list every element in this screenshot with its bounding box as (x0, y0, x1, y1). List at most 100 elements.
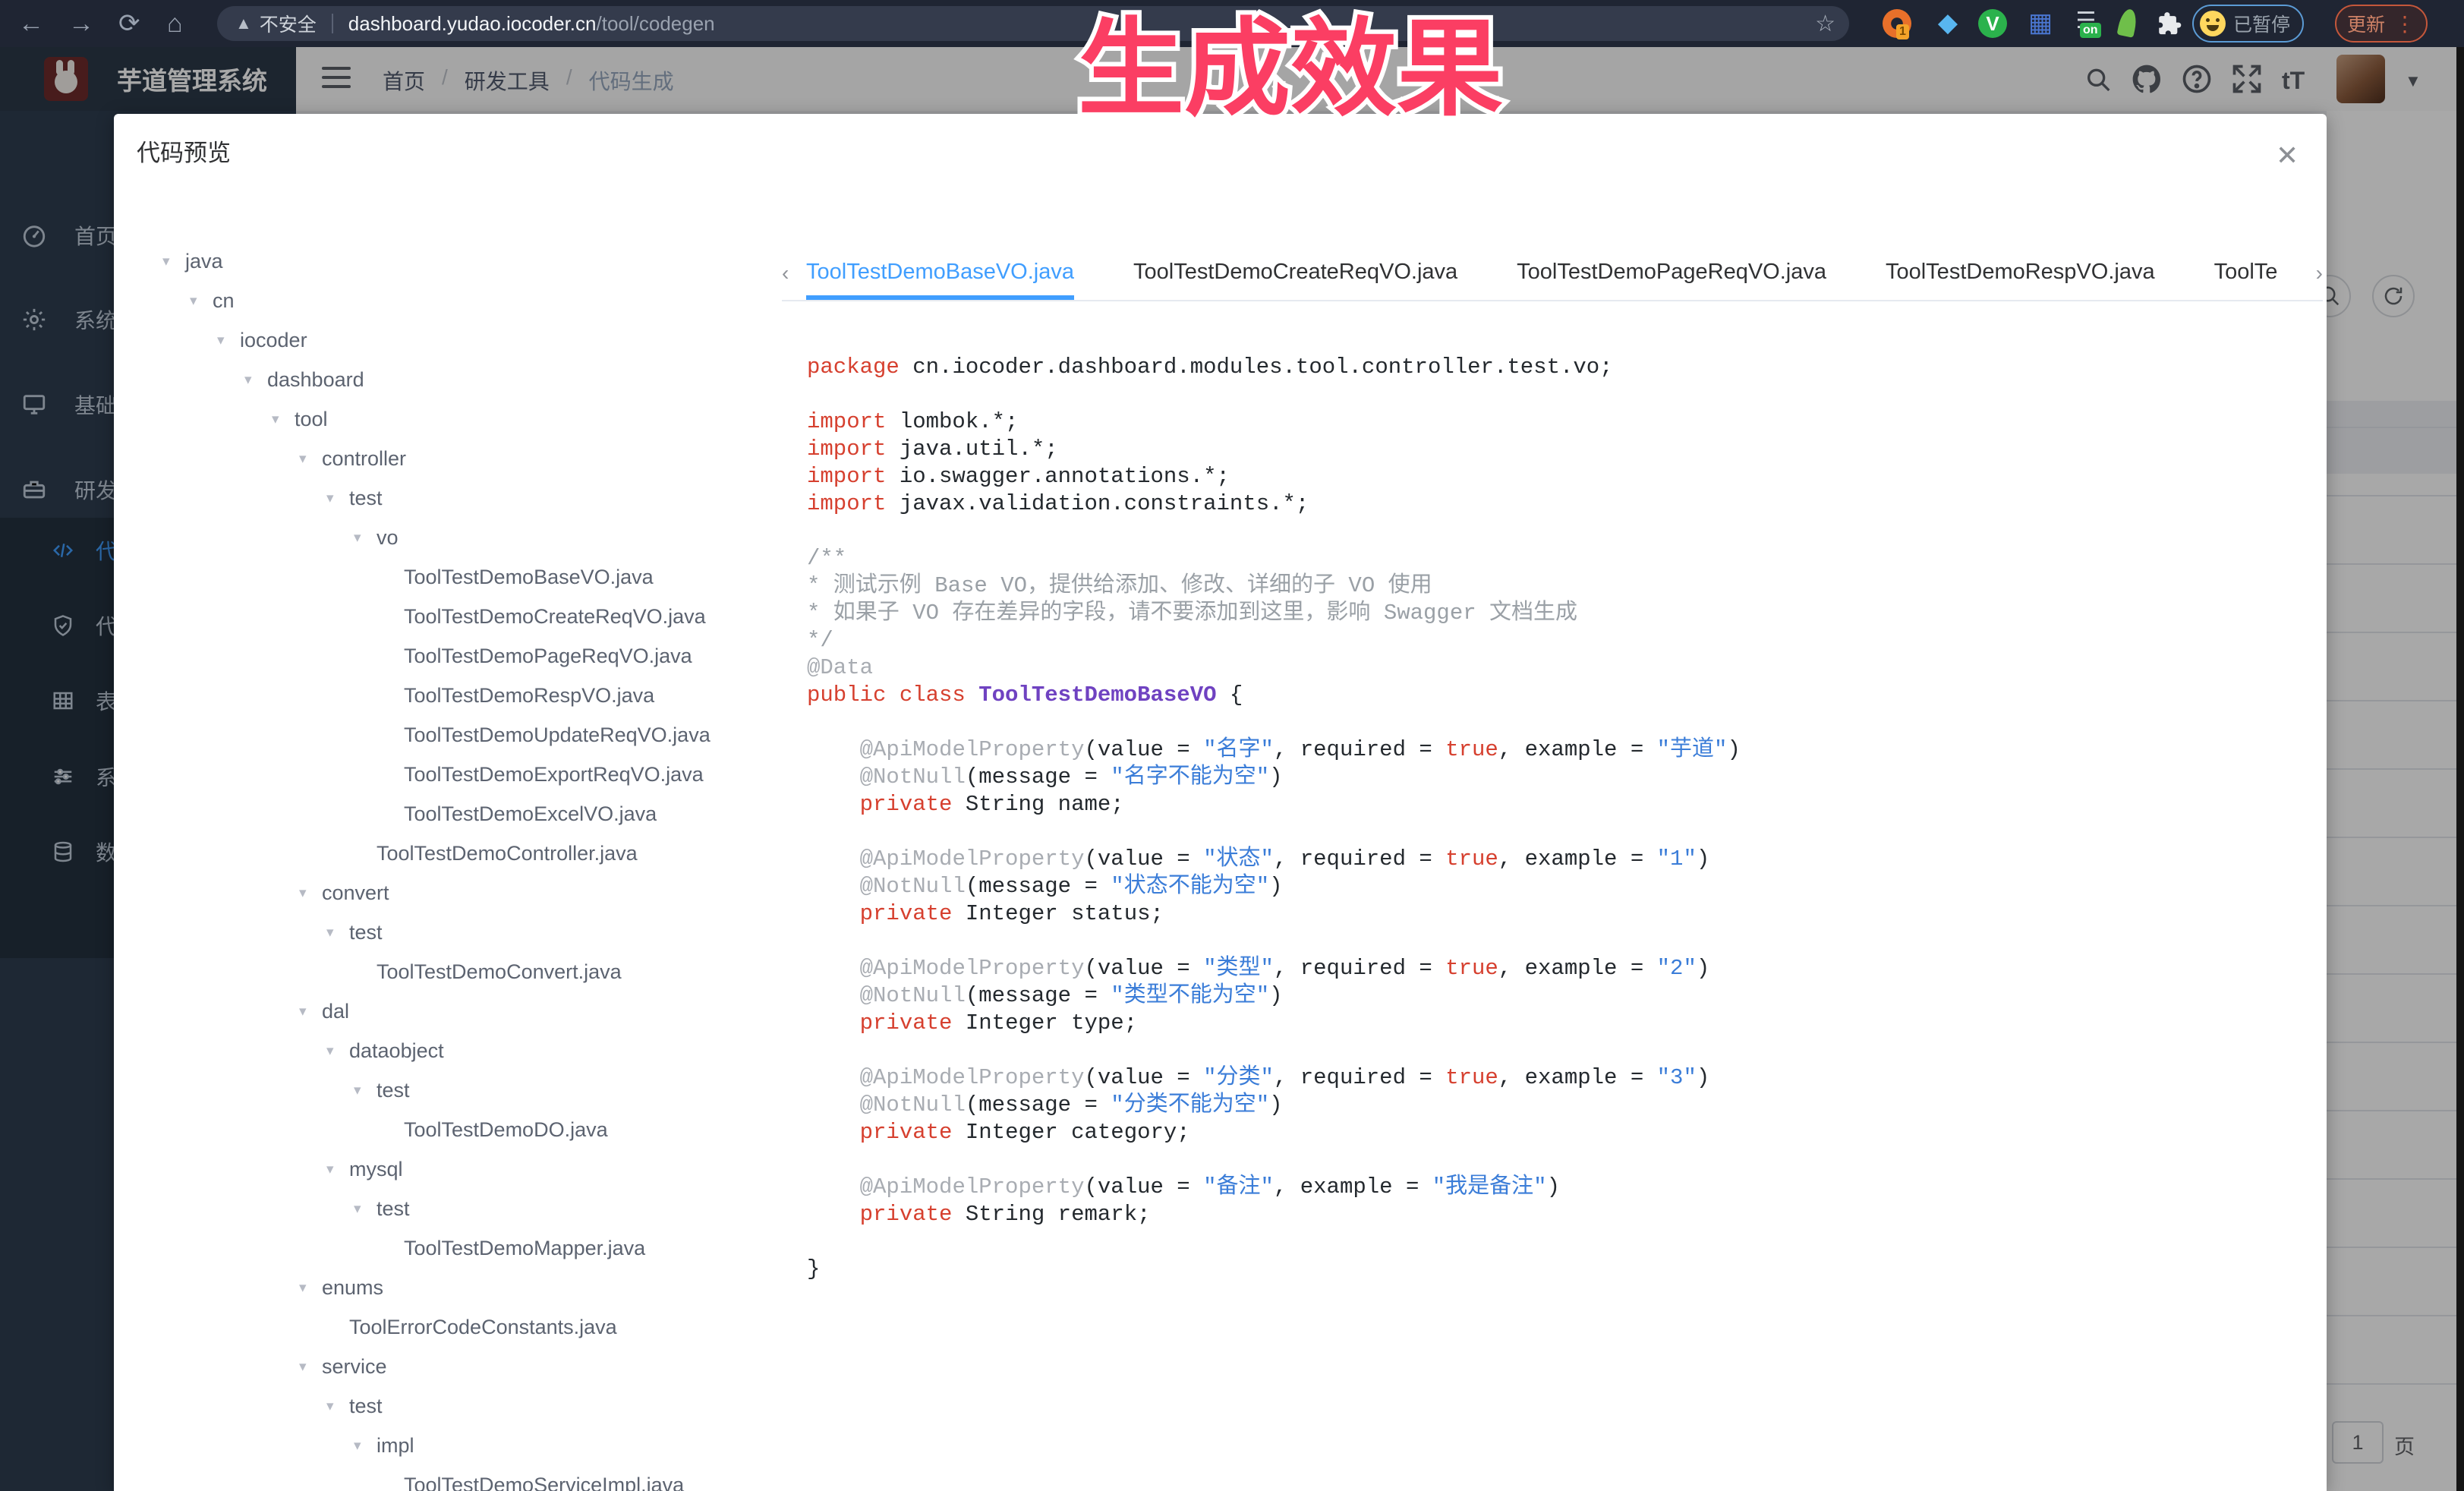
tree-folder[interactable]: ▾dataobject (326, 1031, 444, 1070)
code-line (807, 709, 1741, 736)
browser-home-icon[interactable]: ⌂ (167, 8, 183, 39)
tree-file[interactable]: ToolTestDemoConvert.java (354, 952, 622, 991)
tree-file[interactable]: ToolTestDemoCreateReqVO.java (381, 597, 706, 636)
extension-icon-green-v[interactable]: V (1978, 9, 2007, 38)
tree-folder[interactable]: ▾mysql (326, 1149, 403, 1189)
tree-node-label: convert (322, 881, 389, 905)
tree-folder[interactable]: ▾java (162, 241, 223, 281)
tabs-prev-icon[interactable]: ‹ (782, 261, 789, 285)
caret-down-icon[interactable]: ▾ (244, 371, 267, 389)
code-line: } (807, 1256, 1741, 1283)
extension-icon-leaf[interactable] (2116, 8, 2138, 38)
caret-down-icon[interactable]: ▾ (299, 1279, 322, 1297)
caret-down-icon[interactable]: ▾ (326, 1161, 349, 1178)
browser-profile-chip[interactable]: 已暂停 (2192, 5, 2304, 43)
bookmark-star-icon[interactable]: ☆ (1815, 11, 1835, 37)
profile-label: 已暂停 (2233, 10, 2290, 37)
close-icon[interactable]: ✕ (2276, 140, 2299, 172)
caret-down-icon[interactable]: ▾ (326, 1042, 349, 1060)
tree-folder[interactable]: ▾impl (354, 1426, 414, 1465)
tree-folder[interactable]: ▾dashboard (244, 360, 364, 399)
tree-file[interactable]: ToolTestDemoServiceImpl.java (381, 1465, 684, 1491)
tab-tooltestdemocreatereqvo-java[interactable]: ToolTestDemoCreateReqVO.java (1133, 249, 1457, 300)
tree-file[interactable]: ToolTestDemoController.java (354, 834, 638, 873)
url-host: dashboard.yudao.iocoder.cn (348, 12, 597, 36)
caret-down-icon[interactable]: ▾ (299, 884, 322, 902)
browser-forward-icon[interactable]: → (68, 8, 94, 39)
extension-icon-gem[interactable]: ◆ (1933, 8, 1963, 38)
tree-folder[interactable]: ▾dal (299, 991, 349, 1031)
extension-icon-orange[interactable]: 1 (1883, 9, 1911, 38)
code-line (807, 928, 1741, 955)
tree-folder[interactable]: ▾vo (354, 518, 399, 557)
tree-folder[interactable]: ▾cn (190, 281, 235, 320)
caret-down-icon[interactable]: ▾ (299, 1003, 322, 1020)
tree-folder[interactable]: ▾iocoder (217, 320, 307, 360)
caret-down-icon[interactable]: ▾ (190, 292, 213, 310)
tree-file[interactable]: ToolTestDemoRespVO.java (381, 676, 654, 715)
tree-file[interactable]: ToolTestDemoMapper.java (381, 1228, 645, 1268)
caret-down-icon[interactable]: ▾ (326, 924, 349, 941)
tree-folder[interactable]: ▾service (299, 1347, 387, 1386)
browser-reload-icon[interactable]: ⟳ (118, 8, 140, 39)
tree-file[interactable]: ToolTestDemoPageReqVO.java (381, 636, 692, 676)
caret-down-icon[interactable]: ▾ (272, 411, 295, 428)
tree-node-label: dal (322, 1000, 349, 1023)
caret-down-icon[interactable]: ▾ (299, 1358, 322, 1376)
insecure-warning-icon: ▲ (235, 14, 252, 33)
tree-file[interactable]: ToolTestDemoExcelVO.java (381, 794, 657, 834)
tree-folder[interactable]: ▾test (354, 1070, 410, 1110)
caret-down-icon[interactable]: ▾ (354, 529, 377, 547)
extension-icon-grid[interactable]: ▦ (2025, 8, 2056, 38)
code-line (807, 818, 1741, 846)
tab-toolte[interactable]: ToolTe (2214, 249, 2278, 300)
tree-node-label: ToolTestDemoCreateReqVO.java (404, 605, 706, 629)
tree-node-label: ToolTestDemoServiceImpl.java (404, 1474, 684, 1491)
tree-node-label: enums (322, 1276, 383, 1300)
extensions-puzzle-icon[interactable] (2156, 11, 2182, 36)
code-line: private String remark; (807, 1201, 1741, 1228)
tree-folder[interactable]: ▾test (354, 1189, 410, 1228)
caret-down-icon[interactable]: ▾ (162, 253, 185, 270)
caret-down-icon[interactable]: ▾ (326, 490, 349, 507)
browser-update-button[interactable]: 更新 ⋮ (2335, 5, 2428, 43)
tree-node-label: test (377, 1079, 410, 1102)
tree-node-label: tool (295, 408, 328, 431)
caret-down-icon[interactable]: ▾ (354, 1437, 377, 1455)
tab-tooltestdemorespvo-java[interactable]: ToolTestDemoRespVO.java (1886, 249, 2155, 300)
code-line: @NotNull(message = "状态不能为空") (807, 873, 1741, 900)
tree-node-label: test (349, 487, 383, 510)
tree-folder[interactable]: ▾enums (299, 1268, 383, 1307)
code-line: @NotNull(message = "类型不能为空") (807, 982, 1741, 1010)
url-path: /tool/codegen (597, 12, 715, 36)
tree-node-label: ToolTestDemoRespVO.java (404, 684, 654, 708)
caret-down-icon[interactable]: ▾ (217, 332, 240, 349)
tree-node-label: ToolErrorCodeConstants.java (349, 1316, 617, 1339)
code-line: * 测试示例 Base VO，提供给添加、修改、详细的子 VO 使用 (807, 572, 1741, 600)
tree-folder[interactable]: ▾test (326, 478, 383, 518)
browser-back-icon[interactable]: ← (18, 8, 44, 39)
tree-file[interactable]: ToolTestDemoBaseVO.java (381, 557, 654, 597)
tree-file[interactable]: ToolTestDemoUpdateReqVO.java (381, 715, 711, 755)
caret-down-icon[interactable]: ▾ (354, 1200, 377, 1218)
caret-down-icon[interactable]: ▾ (299, 450, 322, 468)
caret-down-icon[interactable]: ▾ (354, 1082, 377, 1099)
tab-tooltestdemobasevo-java[interactable]: ToolTestDemoBaseVO.java (806, 249, 1074, 300)
tree-node-label: ToolTestDemoUpdateReqVO.java (404, 723, 711, 747)
caret-down-icon[interactable]: ▾ (326, 1398, 349, 1415)
tree-folder[interactable]: ▾convert (299, 873, 389, 913)
tree-folder[interactable]: ▾test (326, 913, 383, 952)
profile-emoji-avatar (2200, 11, 2226, 36)
code-line: package cn.iocoder.dashboard.modules.too… (807, 354, 1741, 381)
browser-menu-icon[interactable]: ⋮ (2394, 11, 2415, 36)
tree-file[interactable]: ToolErrorCodeConstants.java (326, 1307, 617, 1347)
tree-folder[interactable]: ▾tool (272, 399, 328, 439)
tree-folder[interactable]: ▾test (326, 1386, 383, 1426)
tree-file[interactable]: ToolTestDemoDO.java (381, 1110, 608, 1149)
tabs-next-icon[interactable]: › (2316, 261, 2323, 285)
extension-icon-list[interactable]: ☰ on (2071, 6, 2101, 36)
tab-tooltestdemopagereqvo-java[interactable]: ToolTestDemoPageReqVO.java (1517, 249, 1826, 300)
tree-file[interactable]: ToolTestDemoExportReqVO.java (381, 755, 704, 794)
tree-folder[interactable]: ▾controller (299, 439, 406, 478)
code-line: @Data (807, 654, 1741, 682)
